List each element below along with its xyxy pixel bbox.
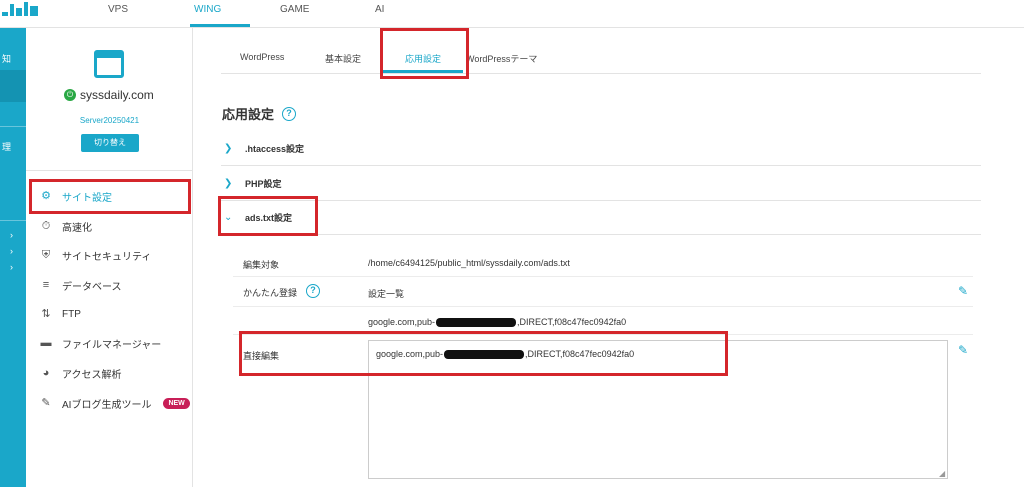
global-sidebar-active-block — [0, 70, 26, 102]
chevron-right-icon[interactable]: › — [0, 246, 26, 256]
sidebar-item-label: 高速化 — [62, 222, 92, 234]
chevron-right-icon[interactable]: › — [0, 262, 26, 272]
active-subtab-indicator — [383, 70, 463, 73]
website-icon — [94, 50, 124, 78]
tab-ai[interactable]: AI — [375, 4, 384, 15]
ads-entry: google.com,pub- ,DIRECT,f08c47fec0942fa0 — [368, 317, 627, 328]
ads-entry-prefix: google.com,pub- — [368, 317, 436, 327]
tab-wordpress[interactable]: WordPress — [240, 52, 284, 62]
chevron-right-icon: ❯ — [224, 178, 233, 189]
chevron-down-icon: ⌄ — [224, 212, 233, 223]
easy-register-label: かんたん登録 — [243, 288, 298, 298]
ads-text-suffix: ,DIRECT,f08c47fec0942fa0 — [525, 349, 635, 359]
page-title: 応用設定 ? — [222, 104, 297, 123]
sidebar-item-label: データベース — [62, 281, 122, 293]
ads-txt-textarea[interactable]: google.com,pub- ,DIRECT,f08c47fec0942fa0 — [368, 340, 948, 479]
divider — [233, 306, 973, 307]
tab-basic-settings[interactable]: 基本設定 — [325, 52, 361, 65]
sidebar-item-file-manager[interactable]: ▬ ファイルマネージャー — [40, 332, 162, 354]
resize-grip-icon[interactable]: ◢ — [939, 470, 947, 478]
chevron-right-icon[interactable]: › — [0, 230, 26, 240]
edit-pencil-icon[interactable]: ✎ — [958, 285, 970, 297]
accordion-ads-txt[interactable]: ⌄ ads.txt設定 — [221, 201, 981, 235]
tab-game[interactable]: GAME — [280, 4, 309, 15]
database-icon: ≡ — [42, 279, 50, 291]
tab-advanced-settings[interactable]: 応用設定 — [405, 52, 441, 65]
sidebar-item-analytics[interactable]: ◕ アクセス解析 — [40, 362, 122, 384]
settings-tabs: WordPress 基本設定 応用設定 WordPressテーマ — [221, 42, 981, 74]
accordion-label: .htaccess設定 — [245, 144, 305, 154]
tab-vps[interactable]: VPS — [108, 4, 128, 15]
tab-wing[interactable]: WING — [194, 4, 221, 15]
edit-target-label: 編集対象 — [243, 260, 280, 270]
page-title-text: 応用設定 — [222, 107, 275, 122]
sidebar-item-database[interactable]: ≡ データベース — [40, 274, 122, 296]
sidebar-item-site-settings[interactable]: ⚙ サイト設定 — [40, 185, 112, 207]
global-sidebar-item[interactable]: 理 — [0, 140, 26, 153]
settings-list-label: 設定一覧 — [368, 289, 405, 299]
sidebar-item-label: アクセス解析 — [62, 369, 122, 381]
divider — [26, 170, 193, 171]
redaction-scribble — [436, 318, 517, 328]
top-navigation: VPS WING GAME AI — [0, 0, 1024, 28]
global-sidebar-item[interactable]: 知 — [0, 52, 26, 65]
divider — [0, 126, 26, 127]
accordion-label: PHP設定 — [245, 179, 282, 189]
sidebar-item-label: サイトセキュリティ — [62, 251, 152, 263]
site-domain: ⏻ syssdaily.com — [64, 88, 154, 102]
shield-icon: ⛨ — [41, 249, 51, 261]
redaction-scribble — [444, 350, 525, 360]
sidebar-item-security[interactable]: ⛨ サイトセキュリティ — [40, 244, 152, 266]
accordion-htaccess[interactable]: ❯ .htaccess設定 — [221, 132, 981, 166]
transfer-arrows-icon: ⇅ — [41, 308, 51, 320]
switch-button[interactable]: 切り替え — [81, 134, 139, 152]
site-settings-icon: ⚙ — [41, 190, 51, 202]
sidebar-item-speedup[interactable]: ⏱ 高速化 — [40, 215, 92, 237]
brand-logo — [0, 0, 42, 18]
sidebar-item-ftp[interactable]: ⇅ FTP — [40, 303, 81, 325]
site-sidebar: ⏻ syssdaily.com Server20250421 切り替え ⚙ サイ… — [26, 28, 193, 487]
divider — [0, 220, 26, 221]
accordion-label: ads.txt設定 — [245, 213, 293, 223]
sidebar-item-label: サイト設定 — [62, 192, 112, 204]
ads-entry-suffix: ,DIRECT,f08c47fec0942fa0 — [517, 317, 627, 327]
divider — [233, 276, 973, 277]
server-name: Server20250421 — [79, 116, 140, 125]
stopwatch-icon: ⏱ — [41, 220, 51, 232]
power-icon: ⏻ — [64, 89, 76, 101]
edit-target-path: /home/c6494125/public_html/syssdaily.com… — [368, 258, 570, 268]
sidebar-item-label: FTP — [62, 308, 81, 320]
sidebar-item-ai-blog[interactable]: ✎ AIブログ生成ツール NEW — [40, 392, 190, 414]
domain-name: syssdaily.com — [80, 88, 154, 102]
main-content: WordPress 基本設定 応用設定 WordPressテーマ 応用設定 ? … — [193, 28, 1024, 487]
tab-wordpress-theme[interactable]: WordPressテーマ — [466, 52, 537, 65]
global-sidebar: 知 理 › › › — [0, 28, 26, 487]
help-icon[interactable]: ? — [306, 284, 320, 298]
sidebar-item-label: AIブログ生成ツール — [62, 399, 152, 411]
help-icon[interactable]: ? — [282, 106, 297, 121]
sidebar-item-label: ファイルマネージャー — [62, 339, 162, 351]
chevron-right-icon: ❯ — [224, 143, 233, 154]
new-badge: NEW — [163, 397, 190, 409]
edit-pencil-icon[interactable]: ✎ — [958, 344, 970, 356]
ai-document-icon: ✎ — [41, 397, 51, 409]
ads-text-prefix: google.com,pub- — [376, 349, 444, 359]
pie-chart-icon: ◕ — [42, 367, 50, 379]
direct-edit-label: 直接編集 — [243, 351, 280, 361]
folder-icon: ▬ — [40, 337, 52, 349]
active-tab-indicator — [190, 24, 250, 27]
divider — [233, 334, 973, 335]
accordion-php[interactable]: ❯ PHP設定 — [221, 167, 981, 201]
